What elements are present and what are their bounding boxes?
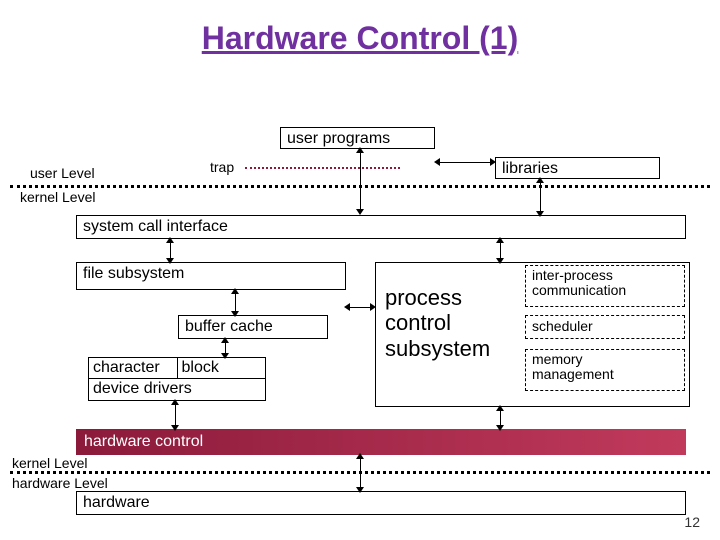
arrow-libraries-sci: [540, 183, 541, 211]
libraries-label: libraries: [502, 160, 558, 178]
ipc-label: inter-process communication: [532, 268, 626, 299]
file-subsystem-box: file subsystem: [76, 262, 346, 290]
system-call-interface-label: system call interface: [83, 218, 228, 236]
arrow-hwc-hw: [360, 459, 361, 487]
user-programs-label: user programs: [287, 130, 390, 148]
hardware-control-box: hardware control: [76, 429, 686, 455]
page-number: 12: [684, 514, 700, 530]
trap-arrow: [245, 167, 400, 169]
user-level-label: user Level: [30, 165, 95, 181]
system-call-interface-box: system call interface: [76, 215, 686, 239]
arrow-sci-file: [170, 243, 171, 258]
kernel-level-lower-label: kernel Level: [12, 455, 88, 471]
kernel-level-upper-label: kernel Level: [20, 189, 96, 205]
file-subsystem-label: file subsystem: [83, 265, 184, 283]
arrow-devdrv-hwc: [175, 405, 176, 425]
arrow-file-process: [350, 307, 370, 308]
hardware-box: hardware: [76, 491, 686, 515]
hardware-label: hardware: [83, 494, 150, 512]
scheduler-label: scheduler: [532, 318, 593, 334]
hardware-level-label: hardware Level: [12, 475, 108, 491]
slide-title: Hardware Control (1): [0, 0, 720, 67]
memory-management-label: memory management: [532, 352, 614, 383]
arrow-programs-sci: [360, 153, 361, 209]
libraries-box: libraries: [495, 157, 660, 179]
process-control-subsystem-label: process control subsystem: [385, 285, 505, 361]
ipc-box: inter-process communication: [525, 265, 685, 307]
arrow-buffer-block: [225, 343, 226, 353]
diagram-canvas: user programs libraries trap user Level …: [0, 67, 720, 527]
trap-label: trap: [210, 159, 234, 175]
arrow-sci-process: [500, 243, 501, 258]
arrow-file-buffer: [235, 294, 236, 311]
buffer-cache-box: buffer cache: [178, 315, 328, 339]
arrow-programs-libraries: [440, 162, 490, 163]
hardware-control-label: hardware control: [84, 433, 203, 450]
device-drivers-block: block: [178, 358, 266, 378]
memory-management-box: memory management: [525, 349, 685, 391]
device-drivers-caption: device drivers: [89, 379, 196, 399]
device-drivers-character: character: [89, 358, 178, 378]
buffer-cache-label: buffer cache: [185, 318, 273, 336]
user-programs-box: user programs: [280, 127, 435, 149]
device-drivers-box: character block device drivers: [88, 357, 266, 401]
arrow-process-hwc: [500, 411, 501, 425]
scheduler-box: scheduler: [525, 315, 685, 339]
